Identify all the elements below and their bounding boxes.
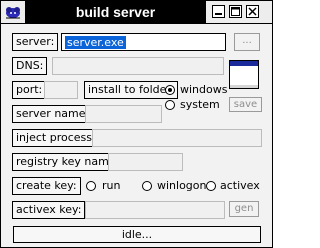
title-bar[interactable]: build server: [1, 1, 272, 24]
create-key-label: create key:: [12, 177, 81, 195]
port-input[interactable]: [44, 81, 78, 99]
activex-key-label: activex key:: [12, 201, 86, 219]
maximize-button[interactable]: [229, 5, 242, 18]
minimize-icon: [215, 13, 222, 15]
create-key-run-label: run: [102, 179, 121, 192]
close-icon: [248, 7, 257, 16]
inject-process-input[interactable]: [92, 129, 262, 147]
registry-key-label: registry key name:: [12, 153, 124, 171]
status-bar: idle...: [13, 226, 261, 243]
dns-input[interactable]: [52, 57, 224, 75]
close-button[interactable]: [246, 5, 259, 18]
install-system-radio[interactable]: [165, 100, 175, 110]
server-input-value: server.exe: [65, 36, 126, 49]
dns-label: DNS:: [12, 57, 48, 75]
install-windows-label: windows: [180, 83, 228, 96]
port-label: port:: [12, 81, 47, 99]
install-windows-radio[interactable]: [165, 85, 175, 95]
server-name-input[interactable]: [85, 105, 162, 123]
create-key-winlogon-radio[interactable]: [142, 181, 152, 191]
server-name-label: server name:: [12, 105, 94, 123]
create-key-run-radio[interactable]: [86, 181, 96, 191]
maximize-icon: [231, 7, 240, 16]
window-title: build server: [75, 4, 156, 20]
activex-key-input[interactable]: [85, 201, 225, 219]
registry-key-input[interactable]: [108, 153, 183, 171]
create-key-winlogon-label: winlogon: [157, 179, 207, 192]
inject-process-label: inject process:: [12, 129, 100, 147]
save-button[interactable]: save: [229, 97, 262, 112]
build-server-window: build server server: server.exe ... DNS:…: [0, 0, 273, 248]
gen-button[interactable]: gen: [229, 201, 259, 217]
title-band: build server: [25, 1, 206, 23]
create-key-activex-label: activex: [220, 179, 260, 192]
window-preview-icon: [229, 60, 259, 89]
browse-button[interactable]: ...: [234, 33, 260, 51]
install-system-label: system: [180, 98, 220, 111]
minimize-button[interactable]: [212, 5, 225, 18]
server-input[interactable]: server.exe: [61, 33, 226, 51]
server-label: server:: [12, 33, 59, 51]
rat-mascot-icon: [3, 2, 24, 22]
create-key-activex-radio[interactable]: [206, 181, 216, 191]
